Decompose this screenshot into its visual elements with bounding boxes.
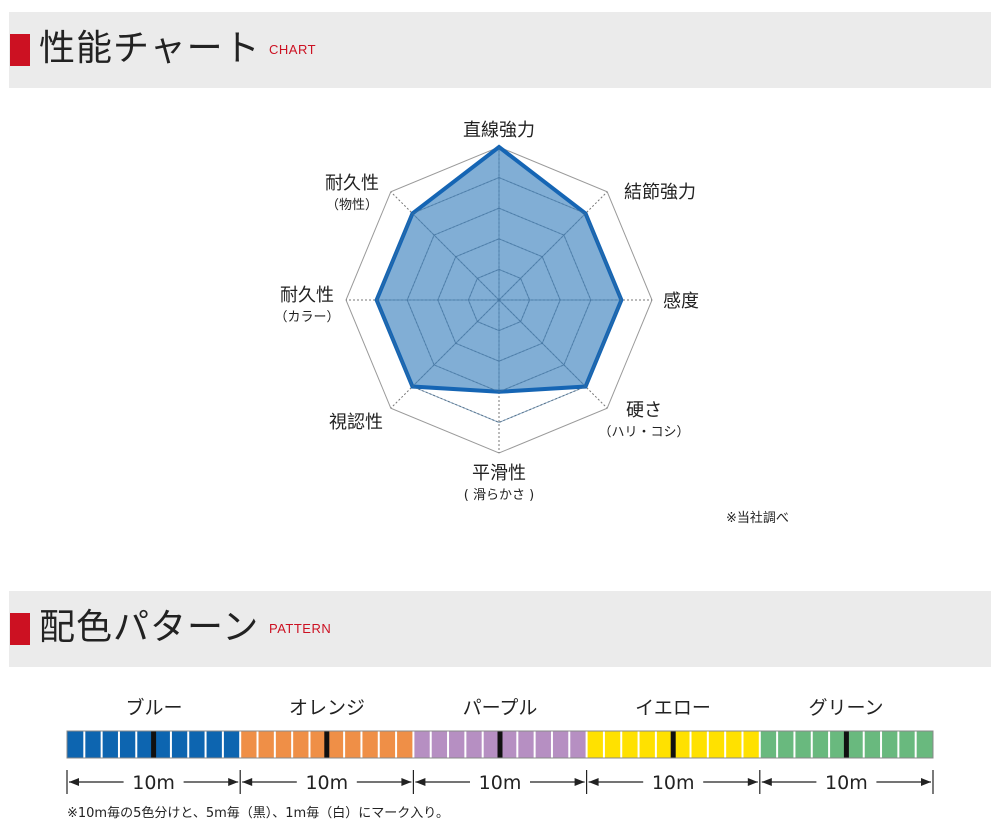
color-name-green: グリーン: [808, 697, 884, 719]
mark-5m-black: [151, 731, 157, 758]
radar-axis-label: 耐久性: [325, 173, 379, 194]
mark-1m-white: [464, 731, 467, 758]
chart-note: ※当社調べ: [726, 511, 789, 526]
mark-1m-white: [204, 731, 207, 758]
color-segment: [67, 731, 241, 758]
mark-1m-white: [654, 731, 657, 758]
mark-1m-white: [793, 731, 796, 758]
mark-1m-white: [256, 731, 259, 758]
mark-1m-white: [516, 731, 519, 758]
mark-1m-white: [291, 731, 294, 758]
mark-1m-white: [776, 731, 779, 758]
arrow-head: [242, 778, 253, 786]
mark-5m-black: [324, 731, 330, 758]
mark-1m-white: [620, 731, 623, 758]
mark-1m-white: [360, 731, 363, 758]
arrow-head: [401, 778, 412, 786]
mark-1m-white: [897, 731, 900, 758]
segment-length-label: 10m: [305, 772, 348, 794]
color-name-purple: パープル: [462, 697, 538, 719]
radar-axis-sublabel: （物性）: [326, 198, 378, 213]
color-segment: [413, 731, 587, 758]
mark-1m-white: [100, 731, 103, 758]
mark-1m-white: [429, 731, 432, 758]
mark-1m-white: [343, 731, 346, 758]
mark-1m-white: [395, 731, 398, 758]
arrow-head: [921, 778, 931, 786]
color-name-blue: ブルー: [125, 697, 183, 719]
color-segment: [759, 731, 933, 758]
mark-1m-white: [447, 731, 450, 758]
arrow-head: [761, 778, 772, 786]
mark-1m-white: [810, 731, 813, 758]
arrow-head: [415, 778, 426, 786]
segment-length-label: 10m: [825, 772, 868, 794]
radar-axis-label: 直線強力: [463, 120, 535, 141]
mark-1m-white: [221, 731, 224, 758]
mark-1m-white: [689, 731, 692, 758]
radar-axis-sublabel: （ハリ・コシ）: [598, 425, 689, 440]
mark-1m-white: [724, 731, 727, 758]
arrow-head: [747, 778, 758, 786]
radar-axis-label: 結節強力: [624, 182, 696, 203]
segment-length-label: 10m: [132, 772, 175, 794]
mark-5m-black: [497, 731, 503, 758]
mark-1m-white: [377, 731, 380, 758]
color-segment: [586, 731, 760, 758]
mark-1m-white: [602, 731, 605, 758]
mark-1m-white: [828, 731, 831, 758]
mark-1m-white: [533, 731, 536, 758]
mark-1m-white: [83, 731, 86, 758]
mark-1m-white: [273, 731, 276, 758]
mark-1m-white: [187, 731, 190, 758]
arrow-head: [228, 778, 239, 786]
color-segment: [240, 731, 414, 758]
radar-axis-label: 硬さ: [626, 400, 662, 421]
radar-axis-sublabel: （カラー）: [274, 310, 339, 325]
arrow-head: [69, 778, 79, 786]
radar-axis-sublabel: ( 滑らかさ ): [464, 488, 534, 503]
mark-1m-white: [880, 731, 883, 758]
radar-axis-label: 平滑性: [472, 463, 526, 484]
mark-5m-black: [843, 731, 849, 758]
section-title: 配色パターン: [39, 607, 260, 648]
mark-1m-white: [914, 731, 917, 758]
mark-1m-white: [135, 731, 138, 758]
radar-axis-label: 感度: [663, 291, 699, 312]
color-name-orange: オレンジ: [288, 697, 365, 719]
arrow-head: [574, 778, 585, 786]
mark-1m-white: [117, 731, 120, 758]
section-accent-bar: [10, 613, 30, 645]
mark-1m-white: [758, 731, 761, 758]
pattern-note: ※10m毎の5色分けと、5m毎（黒）、1m毎（白）にマーク入り。: [67, 806, 449, 821]
pattern-section-header: 配色パターン PATTERN: [9, 591, 991, 667]
mark-1m-white: [706, 731, 709, 758]
mark-1m-white: [741, 731, 744, 758]
mark-1m-white: [637, 731, 640, 758]
strip-frame: [66, 730, 934, 759]
mark-1m-white: [169, 731, 172, 758]
mark-1m-white: [308, 731, 311, 758]
radar-axis-label: 視認性: [329, 412, 383, 433]
mark-1m-white: [481, 731, 484, 758]
mark-5m-black: [670, 731, 676, 758]
mark-1m-white: [568, 731, 571, 758]
mark-1m-white: [585, 731, 588, 758]
mark-1m-white: [412, 731, 415, 758]
segment-length-label: 10m: [652, 772, 695, 794]
color-name-yellow: イエロー: [635, 697, 711, 719]
mark-1m-white: [239, 731, 242, 758]
radar-chart: 直線強力結節強力感度硬さ （ハリ・コシ） 平滑性 ( 滑らかさ ) 視認性 耐久性 （カラー…: [274, 120, 699, 503]
section-subtitle: PATTERN: [269, 621, 332, 636]
mark-1m-white: [862, 731, 865, 758]
arrow-head: [588, 778, 599, 786]
radar-axis-label: 耐久性: [280, 285, 334, 306]
mark-1m-white: [550, 731, 553, 758]
segment-length-label: 10m: [479, 772, 522, 794]
